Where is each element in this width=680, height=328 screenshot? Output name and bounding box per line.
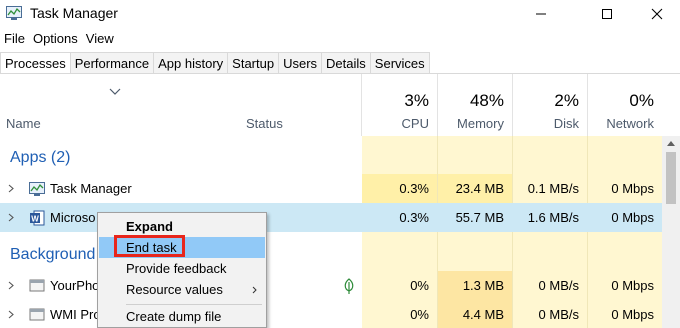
menu-options[interactable]: Options	[29, 29, 82, 49]
column-status[interactable]: Status	[246, 116, 283, 131]
process-name: WMI Pro	[50, 307, 101, 322]
cell-memory: 55.7 MB	[455, 210, 504, 225]
memory-total: 48%	[469, 91, 504, 110]
chevron-right-icon[interactable]	[8, 281, 14, 290]
leaf-icon	[344, 278, 354, 294]
menu-item-provide-feedback[interactable]: Provide feedback	[99, 258, 265, 279]
chevron-down-icon[interactable]	[109, 88, 121, 96]
cell-disk: 1.6 MB/s	[527, 210, 579, 225]
tab-users[interactable]: Users	[279, 52, 323, 74]
maximize-icon	[602, 9, 612, 19]
cell-cpu: 0.3%	[362, 174, 437, 203]
process-name: Task Manager	[50, 181, 132, 196]
cell-network: 0 Mbps	[611, 307, 654, 322]
window-title: Task Manager	[30, 5, 118, 21]
minimize-icon	[536, 13, 546, 15]
cell-network: 0 Mbps	[611, 181, 654, 196]
cpu-total: 3%	[404, 91, 429, 110]
menu-item-label: Resource values	[126, 282, 223, 297]
table-row[interactable]: Task Manager 0.3% 23.4 MB 0.1 MB/s 0 Mbp…	[0, 174, 662, 203]
annotation-highlight-box	[114, 235, 185, 257]
cell-disk: 0 MB/s	[538, 278, 579, 293]
tab-performance[interactable]: Performance	[70, 52, 155, 74]
chevron-right-icon[interactable]	[8, 310, 14, 319]
scroll-thumb[interactable]	[666, 152, 676, 204]
tab-app-history[interactable]: App history	[154, 52, 229, 74]
process-name: YourPho	[50, 278, 100, 293]
tab-strip: Processes Performance App history Startu…	[0, 52, 430, 74]
menu-bar: File Options View	[0, 29, 118, 49]
tab-startup[interactable]: Startup	[228, 52, 280, 74]
column-memory[interactable]: 48% Memory	[438, 74, 512, 136]
cell-memory: 23.4 MB	[438, 174, 512, 203]
group-apps: Apps (2)	[10, 149, 71, 166]
submenu-arrow-icon	[252, 286, 257, 294]
svg-text:W: W	[31, 215, 39, 224]
memory-label: Memory	[457, 116, 504, 131]
word-icon: W	[30, 210, 45, 226]
column-disk[interactable]: 2% Disk	[513, 74, 587, 136]
cell-cpu: 0%	[410, 307, 429, 322]
column-header: Name Status 3% CPU 48% Memory 2% Disk 0%…	[0, 74, 680, 136]
cpu-label: CPU	[401, 116, 429, 131]
chevron-right-icon[interactable]	[8, 213, 14, 222]
network-total: 0%	[629, 91, 654, 110]
close-icon	[651, 8, 663, 20]
group-background: Background	[10, 246, 96, 263]
tab-details[interactable]: Details	[322, 52, 371, 74]
vertical-scrollbar[interactable]	[662, 136, 680, 328]
menu-item-resource-values[interactable]: Resource values	[99, 279, 265, 300]
menu-item-expand[interactable]: Expand	[99, 216, 265, 237]
minimize-button[interactable]	[518, 0, 564, 28]
menu-separator	[126, 304, 262, 305]
app-icon	[29, 279, 45, 292]
cell-network: 0 Mbps	[611, 278, 654, 293]
chevron-right-icon[interactable]	[8, 184, 14, 193]
cell-memory: 1.3 MB	[438, 271, 512, 300]
context-menu: Expand End task Provide feedback Resourc…	[97, 212, 267, 328]
close-button[interactable]	[634, 0, 680, 28]
cell-disk: 0.1 MB/s	[527, 181, 579, 196]
process-name: Microso	[50, 210, 96, 225]
column-network[interactable]: 0% Network	[588, 74, 662, 136]
task-manager-icon	[29, 182, 45, 196]
cell-cpu: 0%	[410, 278, 429, 293]
title-bar: Task Manager	[0, 0, 680, 28]
cell-network: 0 Mbps	[611, 210, 654, 225]
tab-processes[interactable]: Processes	[0, 52, 71, 74]
app-icon	[29, 308, 45, 321]
cell-disk: 0 MB/s	[538, 307, 579, 322]
disk-total: 2%	[554, 91, 579, 110]
task-manager-icon	[6, 6, 22, 20]
tab-services[interactable]: Services	[370, 52, 430, 74]
menu-file[interactable]: File	[0, 29, 29, 49]
menu-item-create-dump-file[interactable]: Create dump file	[99, 306, 265, 327]
cell-memory: 4.4 MB	[438, 300, 512, 328]
cell-cpu: 0.3%	[399, 210, 429, 225]
disk-label: Disk	[553, 116, 579, 131]
column-name[interactable]: Name	[6, 116, 41, 131]
column-cpu[interactable]: 3% CPU	[362, 74, 437, 136]
network-label: Network	[606, 116, 654, 131]
menu-view[interactable]: View	[82, 29, 118, 49]
maximize-button[interactable]	[584, 0, 630, 28]
scroll-up-icon[interactable]	[667, 140, 675, 146]
